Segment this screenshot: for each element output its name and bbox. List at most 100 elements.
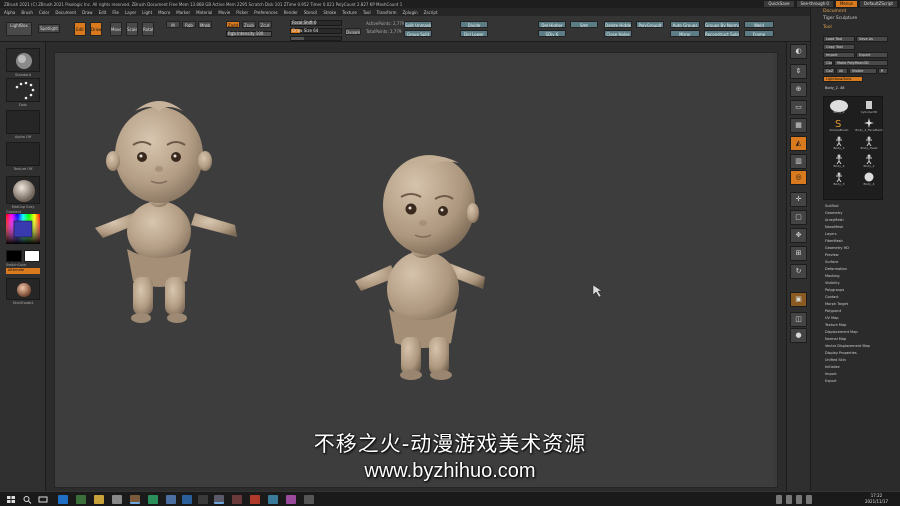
tool-cell[interactable]: Body_Head [855,135,883,151]
zadd-button[interactable]: Zadd [226,21,240,28]
subpalette-fibermesh[interactable]: FiberMesh [825,239,843,243]
zoom-button[interactable]: ⊕ [790,82,807,97]
tool-cell[interactable]: Body_4 [855,171,883,187]
subpalette-subtool[interactable]: SubTool [825,204,838,208]
local-button[interactable]: ◎ [790,170,807,185]
auto-groups-button[interactable]: Auto Groups [670,21,700,28]
tool-palette-header[interactable]: Tool [823,25,832,30]
menus-button[interactable]: Menus [835,1,858,7]
mirror-button[interactable]: Mirror [670,30,700,37]
floor-button[interactable]: ▥ [790,154,807,169]
taskbar-app-settings[interactable] [112,495,122,504]
subpalette-deformation[interactable]: Deformation [825,267,847,271]
goz-button[interactable]: GoZ [823,68,835,74]
tool-cell[interactable]: Cylinder3D [855,99,883,115]
stroke-thumbnail[interactable] [6,78,40,102]
copy-tool-button[interactable]: Copy Tool [823,44,855,50]
taskbar-app-maya[interactable] [232,495,242,504]
transp-button[interactable]: ◫ [790,312,807,327]
bpr-render-button[interactable]: ◐ [790,44,807,59]
secondary-color-swatch[interactable] [24,250,40,262]
brush-thumbnail[interactable] [6,48,40,72]
subpalette-import[interactable]: Import [825,372,837,376]
zoom3d-button[interactable]: ⊞ [790,246,807,261]
menu-texture[interactable]: Texture [342,10,357,15]
menu-edit[interactable]: Edit [99,10,107,15]
subpalette-contact[interactable]: Contact [825,295,839,299]
rgb-button[interactable]: Rgb [182,21,196,28]
subpalette-displacement-map[interactable]: Displacement Map [825,330,858,334]
taskbar-app-video[interactable] [198,495,208,504]
taskbar-app-purple[interactable] [286,495,296,504]
persp-button[interactable]: ◭ [790,136,807,151]
menu-tool[interactable]: Tool [363,10,371,15]
subpalette-polypaint[interactable]: Polypaint [825,309,841,313]
subpalette-display-properties[interactable]: Display Properties [825,351,857,355]
taskbar-app-photoshop[interactable] [182,495,192,504]
mrgb-button[interactable]: Mrgb [198,21,212,28]
menu-marker[interactable]: Marker [176,10,190,15]
lightbox-button[interactable]: LightBox [6,22,32,36]
taskbar-app-browser[interactable] [166,495,176,504]
taskbar-app-recorder[interactable] [214,495,224,504]
weld-button[interactable]: Weld [744,21,774,28]
polyf-button[interactable]: ▣ [790,292,807,307]
menu-zscript[interactable]: Zscript [424,10,438,15]
lightbox-tools-button[interactable]: Lightbox▸Tools [823,76,863,82]
search-taskbar-button[interactable] [22,495,32,504]
taskbar-app-gray[interactable] [304,495,314,504]
del-higher-button[interactable]: Del Higher [538,21,566,28]
switch-color-label[interactable]: SwitchColor [6,263,40,267]
tool-cell[interactable]: Body_3 [825,171,853,187]
subpalette-arraymesh[interactable]: ArrayMesh [825,218,844,222]
polygroupit-button[interactable]: PolyGroupIt [636,21,664,28]
export-button[interactable]: Export [856,52,888,58]
split-unmasked-button[interactable]: Split Unmasked Points [404,21,432,28]
tray-ime-icon[interactable] [806,495,812,504]
subpalette-geometry[interactable]: Geometry [825,211,842,215]
menu-preferences[interactable]: Preferences [254,10,278,15]
menu-layer[interactable]: Layer [125,10,136,15]
start-button[interactable] [6,495,16,504]
baby-model-front[interactable] [95,101,237,323]
taskbar-app-explorer[interactable] [94,495,104,504]
taskbar-app-edge[interactable] [58,495,68,504]
taskbar-app-blue[interactable] [268,495,278,504]
groups-by-normals-button[interactable]: Groups By Normals [704,21,740,28]
texture-thumbnail[interactable] [6,142,40,166]
frame-button[interactable]: Frame [744,30,774,37]
subpalette-uv-map[interactable]: UV Map [825,316,838,320]
solo-button[interactable]: ● [790,328,807,343]
subpalette-nanomesh[interactable]: NanoMesh [825,225,843,229]
menu-stroke[interactable]: Stroke [323,10,336,15]
make-polymesh3d-button[interactable]: Make PolyMesh3D [834,60,888,66]
zcut-button[interactable]: Zcut [258,21,272,28]
save-as-button[interactable]: Save As [856,36,888,42]
tray-volume-icon[interactable] [786,495,792,504]
taskbar-app-zbrush[interactable] [130,495,140,504]
menu-draw[interactable]: Draw [82,10,92,15]
document-canvas[interactable] [54,52,778,488]
menu-alpha[interactable]: Alpha [4,10,15,15]
menu-color[interactable]: Color [39,10,49,15]
move-view-button[interactable]: ✥ [790,228,807,243]
material-thumbnail[interactable] [6,176,40,204]
sdiv-slider[interactable]: SDiv 6 [538,30,566,37]
spotlight-button[interactable]: Spotlight [38,24,60,33]
import-button[interactable]: Import [823,52,855,58]
dynamic-button[interactable]: Dynamic [345,28,361,35]
subpalette-initialize[interactable]: Initialize [825,365,840,369]
tiger-sculpture-label[interactable]: Tiger Sculpture [823,16,857,21]
tool-cell[interactable]: Body_2_FaceMesh [855,117,883,133]
subpalette-masking[interactable]: Masking [825,274,839,278]
all-button[interactable]: All [836,68,848,74]
main-color-swatch[interactable] [6,250,22,262]
divide-button[interactable]: Divide [460,21,488,28]
menu-macro[interactable]: Macro [158,10,170,15]
color-picker[interactable] [6,214,40,244]
tool-cell[interactable]: S SimpleBrush [825,117,853,133]
menu-light[interactable]: Light [142,10,152,15]
delete-hidden-button[interactable]: Delete Hidden [604,21,632,28]
zsub-button[interactable]: Zsub [242,21,256,28]
document-palette-header[interactable]: Document [823,9,846,14]
